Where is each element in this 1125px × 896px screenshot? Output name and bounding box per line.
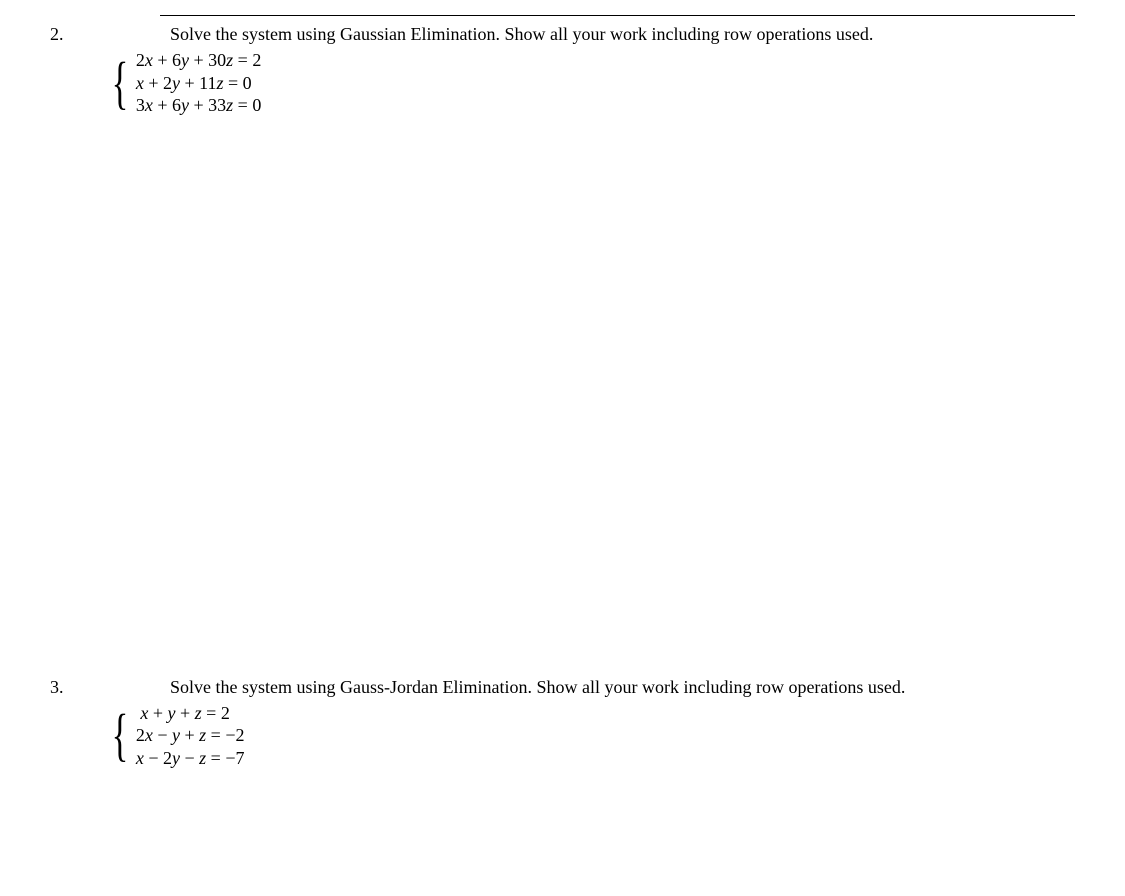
problem-3: 3. Solve the system using Gauss-Jordan E… [50,677,1075,770]
equation-2: x + 2y + 11z = 0 [136,72,261,95]
equation-1: x + y + z = 2 [136,702,245,725]
equations-list: x + y + z = 2 2x − y + z = −2 x − 2y − z… [136,702,245,770]
problem-number: 3. [50,677,100,698]
problem-content: Solve the system using Gaussian Eliminat… [100,24,1075,117]
problem-content: Solve the system using Gauss-Jordan Elim… [100,677,1075,770]
problem-instruction: Solve the system using Gauss-Jordan Elim… [170,677,1075,698]
equation-system: { 2x + 6y + 30z = 2 x + 2y + 11z = 0 3x … [106,49,1075,117]
top-divider [160,15,1075,16]
equation-3: 3x + 6y + 33z = 0 [136,94,261,117]
problem-instruction: Solve the system using Gaussian Eliminat… [170,24,1075,45]
equation-system: { x + y + z = 2 2x − y + z = −2 x − 2y −… [106,702,1075,770]
equation-1: 2x + 6y + 30z = 2 [136,49,261,72]
equation-2: 2x − y + z = −2 [136,724,245,747]
equations-list: 2x + 6y + 30z = 2 x + 2y + 11z = 0 3x + … [136,49,261,117]
left-brace: { [112,706,129,764]
problem-2: 2. Solve the system using Gaussian Elimi… [50,24,1075,117]
problem-number: 2. [50,24,100,45]
equation-3: x − 2y − z = −7 [136,747,245,770]
left-brace: { [112,54,129,112]
